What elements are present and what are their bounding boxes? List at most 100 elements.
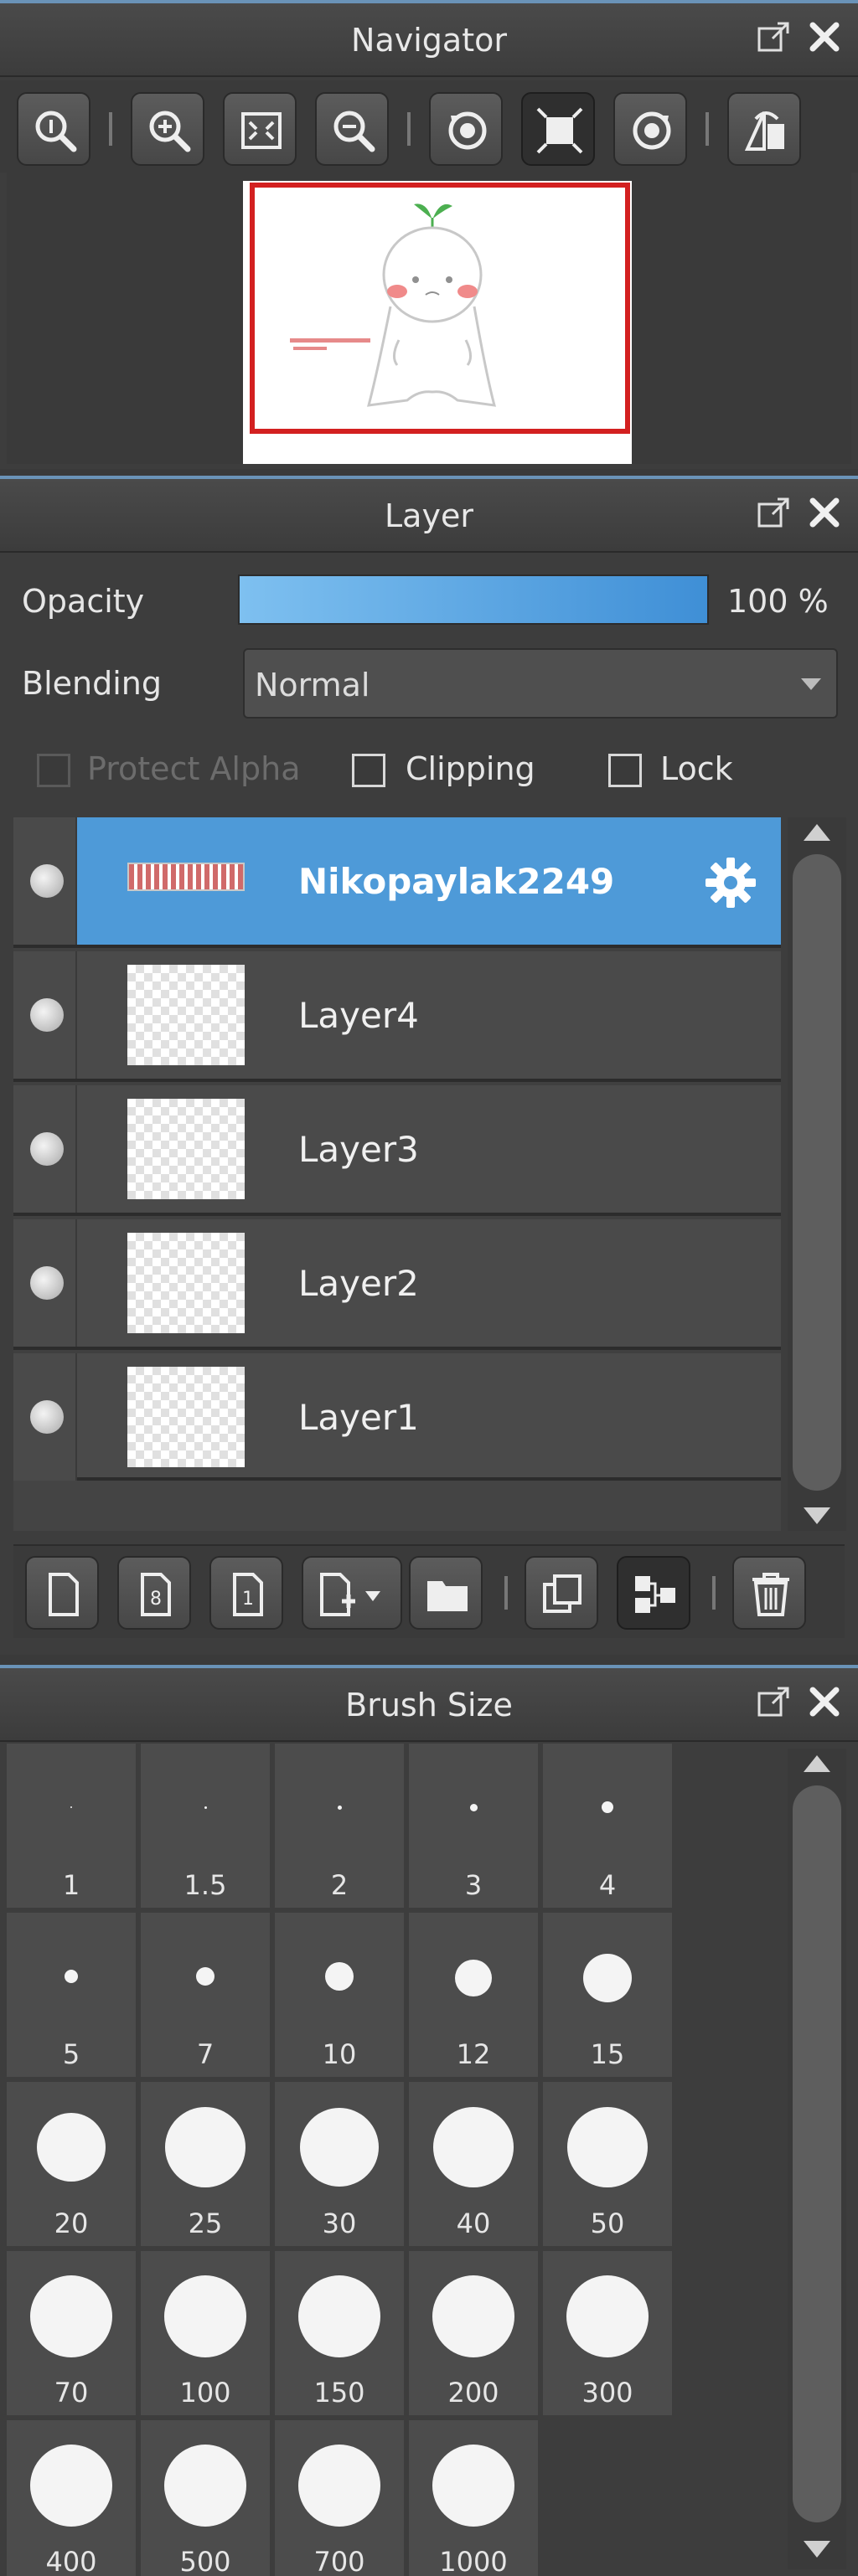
- scroll-up-icon[interactable]: [804, 824, 830, 841]
- brush-size-dot: [196, 1967, 214, 1986]
- blending-value: Normal: [255, 667, 370, 703]
- scroll-up-icon[interactable]: [804, 1755, 830, 1772]
- brush-size-cell[interactable]: 700: [275, 2420, 404, 2576]
- chevron-down-icon: [801, 678, 821, 690]
- rotate-left-button[interactable]: [429, 92, 503, 166]
- new-layer-icon: [49, 1573, 79, 1616]
- layer-row[interactable]: Layer1: [13, 1353, 781, 1481]
- blending-select[interactable]: Normal: [243, 648, 838, 719]
- brush-size-label: 10: [322, 2038, 357, 2070]
- gear-icon[interactable]: [704, 856, 757, 909]
- close-icon[interactable]: [806, 494, 843, 531]
- actual-size-button[interactable]: [521, 92, 595, 166]
- layer-thumbnail: [127, 965, 245, 1065]
- visibility-toggle[interactable]: [13, 951, 77, 1079]
- fit-window-button[interactable]: [223, 92, 297, 166]
- popout-icon[interactable]: [756, 494, 793, 531]
- view-frame[interactable]: [250, 183, 630, 434]
- scroll-down-icon[interactable]: [804, 2541, 830, 2558]
- clipping-checkbox[interactable]: [352, 754, 385, 787]
- brush-size-cell[interactable]: 50: [543, 2082, 672, 2246]
- brush-scrollbar[interactable]: [788, 1749, 846, 2569]
- brush-size-dot: [567, 2107, 648, 2187]
- brush-size-cell[interactable]: 400: [7, 2420, 136, 2576]
- close-icon[interactable]: [806, 1683, 843, 1720]
- blending-label: Blending: [22, 665, 162, 702]
- popout-icon[interactable]: [756, 1683, 793, 1720]
- navigator-preview[interactable]: [7, 173, 851, 464]
- brush-size-cell[interactable]: 10: [275, 1913, 404, 2077]
- zoom-out-button[interactable]: [315, 92, 389, 166]
- opacity-slider[interactable]: [238, 574, 709, 625]
- layer-row[interactable]: Layer3: [13, 1085, 781, 1216]
- brush-size-cell[interactable]: 70: [7, 2251, 136, 2415]
- brush-size-cell[interactable]: 15: [543, 1913, 672, 2077]
- layer-list-empty-area: [13, 1481, 781, 1531]
- protect-alpha-checkbox[interactable]: [37, 754, 70, 787]
- visibility-toggle[interactable]: [13, 1219, 77, 1347]
- brush-size-dot: [70, 1806, 72, 1808]
- brush-size-cell[interactable]: 2: [275, 1744, 404, 1908]
- brush-size-cell[interactable]: 20: [7, 2082, 136, 2246]
- new-1bit-layer-button[interactable]: 1: [209, 1556, 283, 1630]
- duplicate-layer-button[interactable]: [525, 1556, 598, 1630]
- brush-size-cell[interactable]: 30: [275, 2082, 404, 2246]
- new-folder-button[interactable]: [409, 1556, 483, 1630]
- fit-window-icon: [241, 112, 282, 149]
- eye-dot-icon: [30, 1132, 64, 1166]
- scroll-thumb[interactable]: [793, 1785, 841, 2522]
- rotate-right-button[interactable]: [613, 92, 687, 166]
- navigator-panel: Navigator: [0, 0, 858, 469]
- brush-size-cell[interactable]: 1000: [409, 2420, 538, 2576]
- brush-size-cell[interactable]: 5: [7, 1913, 136, 2077]
- brush-size-cell[interactable]: 300: [543, 2251, 672, 2415]
- popout-icon[interactable]: [756, 18, 793, 55]
- brush-size-dot: [164, 2275, 246, 2357]
- brush-size-cell[interactable]: 200: [409, 2251, 538, 2415]
- brush-size-cell[interactable]: 40: [409, 2082, 538, 2246]
- navigator-header: Navigator: [0, 0, 858, 77]
- brush-size-label: 1000: [439, 2546, 508, 2576]
- brush-size-cell[interactable]: 1: [7, 1744, 136, 1908]
- lock-checkbox[interactable]: [608, 754, 642, 787]
- visibility-toggle[interactable]: [13, 1085, 77, 1213]
- zoom-reset-icon: [35, 111, 77, 152]
- zoom-reset-button[interactable]: [17, 92, 90, 166]
- layer-toolbar: 8 1: [13, 1544, 845, 1638]
- layer-scrollbar[interactable]: [788, 817, 846, 1531]
- opacity-value: 100 %: [727, 583, 829, 620]
- brush-size-cell[interactable]: 1.5: [141, 1744, 270, 1908]
- actual-size-icon: [536, 107, 583, 154]
- flip-horizontal-button[interactable]: [727, 92, 801, 166]
- close-icon[interactable]: [806, 18, 843, 55]
- layer-title: Layer: [385, 497, 473, 534]
- new-8bit-layer-button[interactable]: 8: [117, 1556, 191, 1630]
- brush-size-cell[interactable]: 4: [543, 1744, 672, 1908]
- scroll-down-icon[interactable]: [804, 1507, 830, 1524]
- layer-name: Layer3: [298, 1129, 419, 1170]
- brush-size-cell[interactable]: 150: [275, 2251, 404, 2415]
- brush-size-label: 25: [188, 2208, 223, 2239]
- new-layer-button[interactable]: [25, 1556, 99, 1630]
- brush-size-cell[interactable]: 500: [141, 2420, 270, 2576]
- brush-size-cell[interactable]: 12: [409, 1913, 538, 2077]
- layer-row[interactable]: Layer2: [13, 1219, 781, 1350]
- zoom-in-button[interactable]: [131, 92, 204, 166]
- layer-row[interactable]: Nikopaylak2249: [13, 817, 781, 948]
- layer-row[interactable]: Layer4: [13, 951, 781, 1082]
- brush-size-cell[interactable]: 100: [141, 2251, 270, 2415]
- visibility-toggle[interactable]: [13, 1353, 77, 1481]
- visibility-toggle[interactable]: [13, 817, 77, 945]
- brush-size-label: 200: [447, 2377, 499, 2409]
- add-layer-menu-button[interactable]: [302, 1556, 402, 1630]
- merge-down-button[interactable]: [617, 1556, 690, 1630]
- brush-size-dot: [455, 1960, 492, 1996]
- delete-layer-button[interactable]: [732, 1556, 806, 1630]
- brush-size-dot: [469, 1803, 478, 1811]
- brush-size-cell[interactable]: 25: [141, 2082, 270, 2246]
- layer-name: Layer2: [298, 1263, 419, 1304]
- brush-size-cell[interactable]: 7: [141, 1913, 270, 2077]
- scroll-thumb[interactable]: [793, 854, 841, 1491]
- brush-size-cell[interactable]: 3: [409, 1744, 538, 1908]
- layer-name: Layer1: [298, 1397, 419, 1438]
